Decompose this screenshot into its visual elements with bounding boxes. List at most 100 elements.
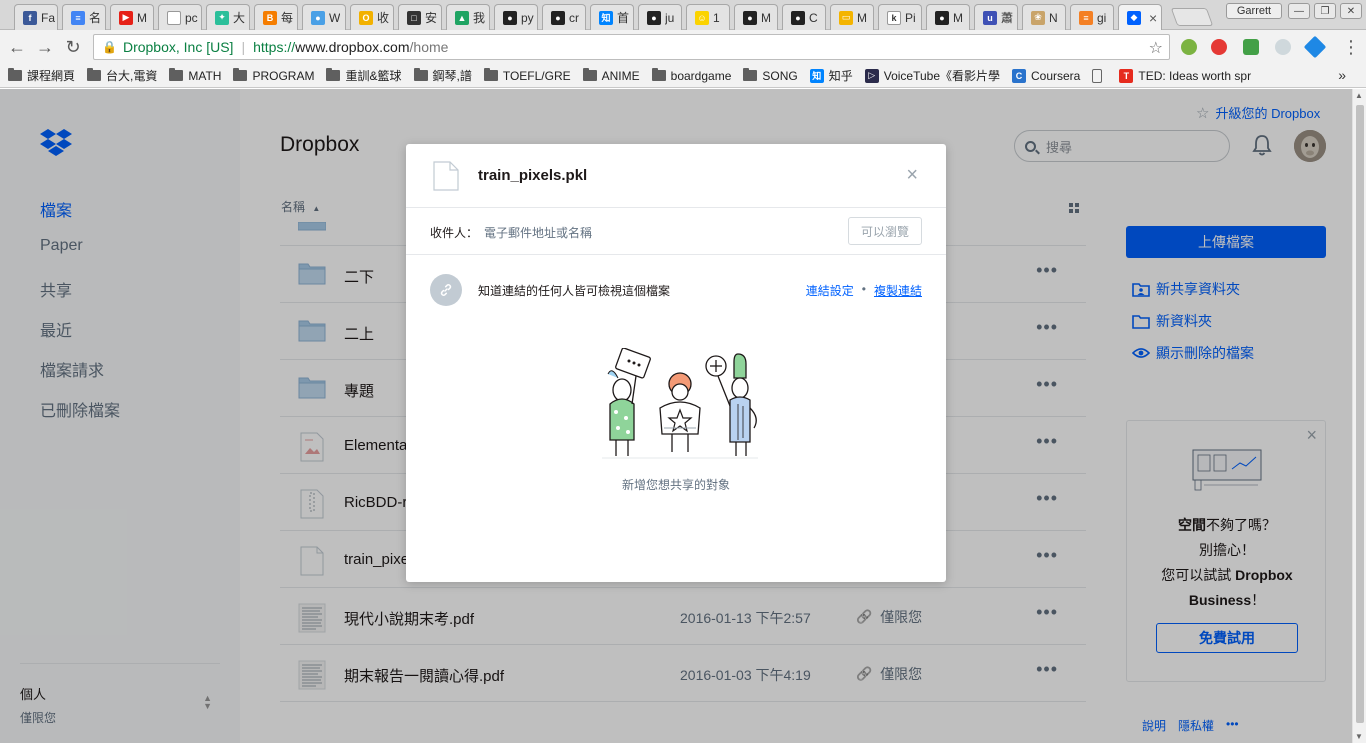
favicon-icon: B [263, 10, 277, 25]
favicon-icon: ● [743, 10, 757, 25]
scroll-down-icon[interactable]: ▼ [1355, 732, 1363, 741]
browser-tab[interactable]: 知首 [590, 4, 634, 30]
browser-tab[interactable]: ● W [302, 4, 346, 30]
bookmark-label: Coursera [1031, 68, 1081, 83]
lock-icon: 🔒 [102, 40, 117, 54]
bookmark-item[interactable]: 鋼琴,譜 [413, 67, 472, 84]
extension-icon[interactable] [1243, 39, 1259, 55]
link-sharing-row: 知道連結的任何人皆可檢視這個檔案 連結設定 • 複製連結 [430, 274, 922, 306]
close-icon[interactable]: × [906, 164, 918, 187]
bookmark-item[interactable]: T TED: Ideas worth spr [1119, 68, 1251, 83]
browser-tab[interactable]: ● py [494, 4, 538, 30]
favicon-icon [167, 10, 181, 25]
browser-tab[interactable]: ● M [926, 4, 970, 30]
permission-dropdown[interactable]: 可以瀏覽 [848, 217, 922, 245]
browser-tab[interactable]: □ 安 [398, 4, 442, 30]
close-window-button[interactable]: ✕ [1340, 3, 1362, 19]
tab-title: pc [185, 10, 198, 25]
bookmark-label: SONG [762, 68, 798, 83]
favicon-icon: ≡ [71, 10, 85, 25]
maximize-button[interactable]: ❐ [1314, 3, 1336, 19]
favicon-icon: f [23, 10, 37, 25]
browser-tab[interactable]: ≡ 名 [62, 4, 106, 30]
vertical-scrollbar[interactable]: ▲ ▼ [1352, 89, 1366, 743]
chrome-menu-icon[interactable]: ⋮ [1340, 36, 1362, 58]
browser-tab[interactable]: pc [158, 4, 202, 30]
browser-tab[interactable]: O收 [350, 4, 394, 30]
folder-icon [582, 68, 597, 81]
tab-title: Pi [905, 10, 916, 25]
bookmarks-overflow-icon[interactable]: » [1338, 67, 1346, 83]
browser-tab[interactable]: ❀ N [1022, 4, 1066, 30]
bookmark-item[interactable]: 課程網頁 [8, 67, 75, 84]
browser-tab[interactable]: ● M [734, 4, 778, 30]
browser-tab[interactable]: ◆ × [1118, 4, 1162, 30]
bookmark-item[interactable]: PROGRAM [233, 68, 314, 83]
bookmark-item[interactable] [1092, 68, 1107, 83]
favicon-icon: k [887, 10, 901, 25]
minimize-button[interactable]: — [1288, 3, 1310, 19]
bookmark-item[interactable]: 知知乎 [809, 67, 853, 84]
extension-icon[interactable] [1211, 39, 1227, 55]
favicon-icon: ● [503, 10, 517, 25]
bookmark-label: MATH [188, 68, 222, 83]
tab-title: W [329, 10, 341, 25]
bookmark-item[interactable]: ANIME [582, 68, 640, 83]
bookmark-item[interactable]: ▷ VoiceTube《看影片學 [864, 67, 1000, 84]
tab-title: Fa [41, 10, 56, 25]
bookmark-item[interactable]: 台大,電資 [87, 67, 157, 84]
link-settings-link[interactable]: 連結設定 [806, 282, 854, 299]
browser-tab[interactable]: B每 [254, 4, 298, 30]
bookmark-item[interactable]: SONG [743, 68, 798, 83]
forward-arrow-icon[interactable]: → [34, 36, 56, 58]
tab-title: 安 [425, 11, 438, 25]
browser-tab[interactable]: ▲ 我 [446, 4, 490, 30]
extension-icon[interactable] [1181, 39, 1197, 55]
copy-link-link[interactable]: 複製連結 [874, 282, 922, 299]
bookmark-item[interactable]: TOEFL/GRE [483, 68, 571, 83]
scrollbar-thumb[interactable] [1356, 105, 1364, 723]
extension-icon[interactable] [1275, 39, 1291, 55]
favicon-icon: O [359, 10, 373, 25]
browser-tab[interactable]: ● C [782, 4, 826, 30]
bookmark-label: 台大,電資 [106, 69, 158, 83]
profile-button[interactable]: Garrett [1226, 3, 1282, 19]
browser-tab[interactable]: ● cr [542, 4, 586, 30]
recipient-input[interactable]: 電子郵件地址或名稱 [484, 224, 592, 241]
address-bar[interactable]: 🔒 Dropbox, Inc [US] | https:// www.dropb… [93, 34, 1170, 60]
folder-icon [413, 68, 428, 81]
browser-tab[interactable]: ✦ 大 [206, 4, 250, 30]
browser-tab[interactable]: k Pi [878, 4, 922, 30]
bookmark-star-icon[interactable]: ☆ [1149, 38, 1163, 58]
browser-tab[interactable]: ● ju [638, 4, 682, 30]
browser-tab[interactable]: ≡ gi [1070, 4, 1114, 30]
file-icon [433, 161, 459, 191]
favicon-icon: ▭ [839, 10, 853, 25]
recipient-row: 收件人： 電子郵件地址或名稱 可以瀏覽 [406, 208, 946, 255]
scroll-up-icon[interactable]: ▲ [1355, 91, 1363, 100]
bookmark-item[interactable]: MATH [169, 68, 222, 83]
favicon-icon: ▶ [119, 10, 133, 25]
browser-tab[interactable]: ☺ 1 [686, 4, 730, 30]
tab-title: C [809, 10, 818, 25]
favicon-icon: ● [791, 10, 805, 25]
reload-icon[interactable]: ↻ [62, 36, 84, 58]
favicon-icon: ● [647, 10, 661, 25]
tab-title: gi [1097, 10, 1107, 25]
extension-icon[interactable] [1303, 35, 1327, 59]
bookmark-item[interactable]: boardgame [651, 68, 731, 83]
tab-title: 1 [713, 10, 720, 25]
back-arrow-icon[interactable]: ← [6, 36, 28, 58]
folder-icon [326, 68, 341, 81]
close-tab-icon[interactable]: × [1149, 10, 1157, 26]
bookmark-item[interactable]: C Coursera [1012, 68, 1081, 83]
bookmark-label: 知乎 [828, 69, 853, 83]
favicon-icon: ❀ [1031, 10, 1045, 25]
tab-title: N [1049, 10, 1058, 25]
browser-tab[interactable]: ▭ M [830, 4, 874, 30]
new-tab-button[interactable] [1170, 8, 1214, 26]
browser-tab[interactable]: ▶ M [110, 4, 154, 30]
bookmark-item[interactable]: 重訓&籃球 [326, 67, 402, 84]
browser-tab[interactable]: f Fa [14, 4, 58, 30]
browser-tab[interactable]: u蕭 [974, 4, 1018, 30]
